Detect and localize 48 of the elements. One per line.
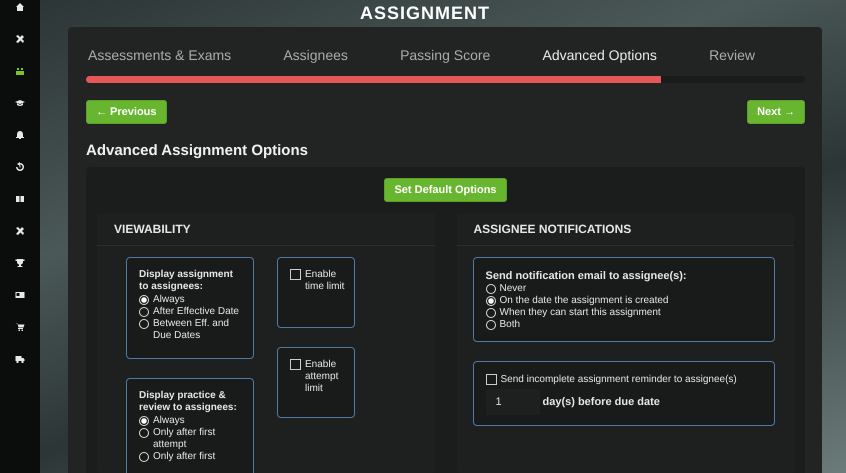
option-label: Display practice & review to assignees:	[139, 390, 238, 414]
option-label: Send notification email to assignee(s):	[486, 270, 688, 282]
history-icon[interactable]	[15, 162, 25, 172]
id-card-icon[interactable]	[15, 290, 25, 300]
graduation-cap-icon[interactable]	[15, 98, 25, 108]
truck-icon[interactable]	[15, 354, 25, 364]
bell-icon[interactable]	[15, 130, 25, 140]
trophy-icon[interactable]	[15, 258, 25, 268]
radio-button[interactable]	[486, 284, 496, 294]
days-label: day(s) before due date	[542, 396, 660, 408]
checkbox-label: Enable attempt limit	[305, 359, 340, 395]
checkbox[interactable]	[290, 359, 301, 370]
page-title: ASSIGNMENT	[360, 3, 490, 24]
radio-button[interactable]	[486, 296, 496, 306]
radio-label: Only after first	[153, 451, 216, 463]
panel-title: ASSIGNEE NOTIFICATIONS	[456, 213, 794, 246]
radio-button[interactable]	[139, 307, 149, 317]
days-input[interactable]: 1	[486, 389, 540, 415]
option-label: Display assignment to assignees:	[139, 269, 234, 293]
radio-label: Always	[153, 415, 185, 427]
wizard-tab[interactable]: Review	[709, 47, 755, 63]
radio-label: Only after first attempt	[153, 427, 216, 451]
checkbox-label: Send incomplete assignment reminder to assignee(s)	[500, 374, 737, 386]
wizard-tab[interactable]: Advanced Options	[542, 47, 657, 63]
radio-label: Never	[500, 283, 526, 295]
radio-button[interactable]	[139, 416, 149, 426]
section-heading: Advanced Assignment Options	[86, 142, 309, 159]
radio-label: Always	[153, 294, 185, 306]
cart-icon[interactable]	[15, 322, 25, 332]
panel-title: VIEWABILITY	[97, 213, 434, 246]
radio-button[interactable]	[139, 295, 149, 305]
checkbox-label: Enable time limit	[305, 269, 346, 293]
wizard-tab[interactable]: Assessments & Exams	[88, 47, 232, 63]
radio-label: When they can start this assignment	[500, 307, 661, 319]
checkbox[interactable]	[290, 269, 301, 280]
radio-label: On the date the assignment is created	[500, 295, 668, 307]
wizard-tab[interactable]: Passing Score	[400, 47, 490, 63]
radio-button[interactable]	[139, 452, 149, 462]
radio-button[interactable]	[486, 308, 496, 318]
radio-button[interactable]	[486, 320, 496, 330]
radio-label: Both	[500, 319, 520, 331]
home-icon[interactable]	[15, 2, 25, 12]
radio-button[interactable]	[139, 319, 149, 329]
radio-label: Between Eff. and Due Dates	[153, 318, 230, 342]
wizard-tab[interactable]: Assignees	[283, 47, 348, 63]
checkbox[interactable]	[486, 374, 496, 385]
radio-label: After Effective Date	[153, 306, 239, 318]
radio-button[interactable]	[139, 428, 149, 438]
